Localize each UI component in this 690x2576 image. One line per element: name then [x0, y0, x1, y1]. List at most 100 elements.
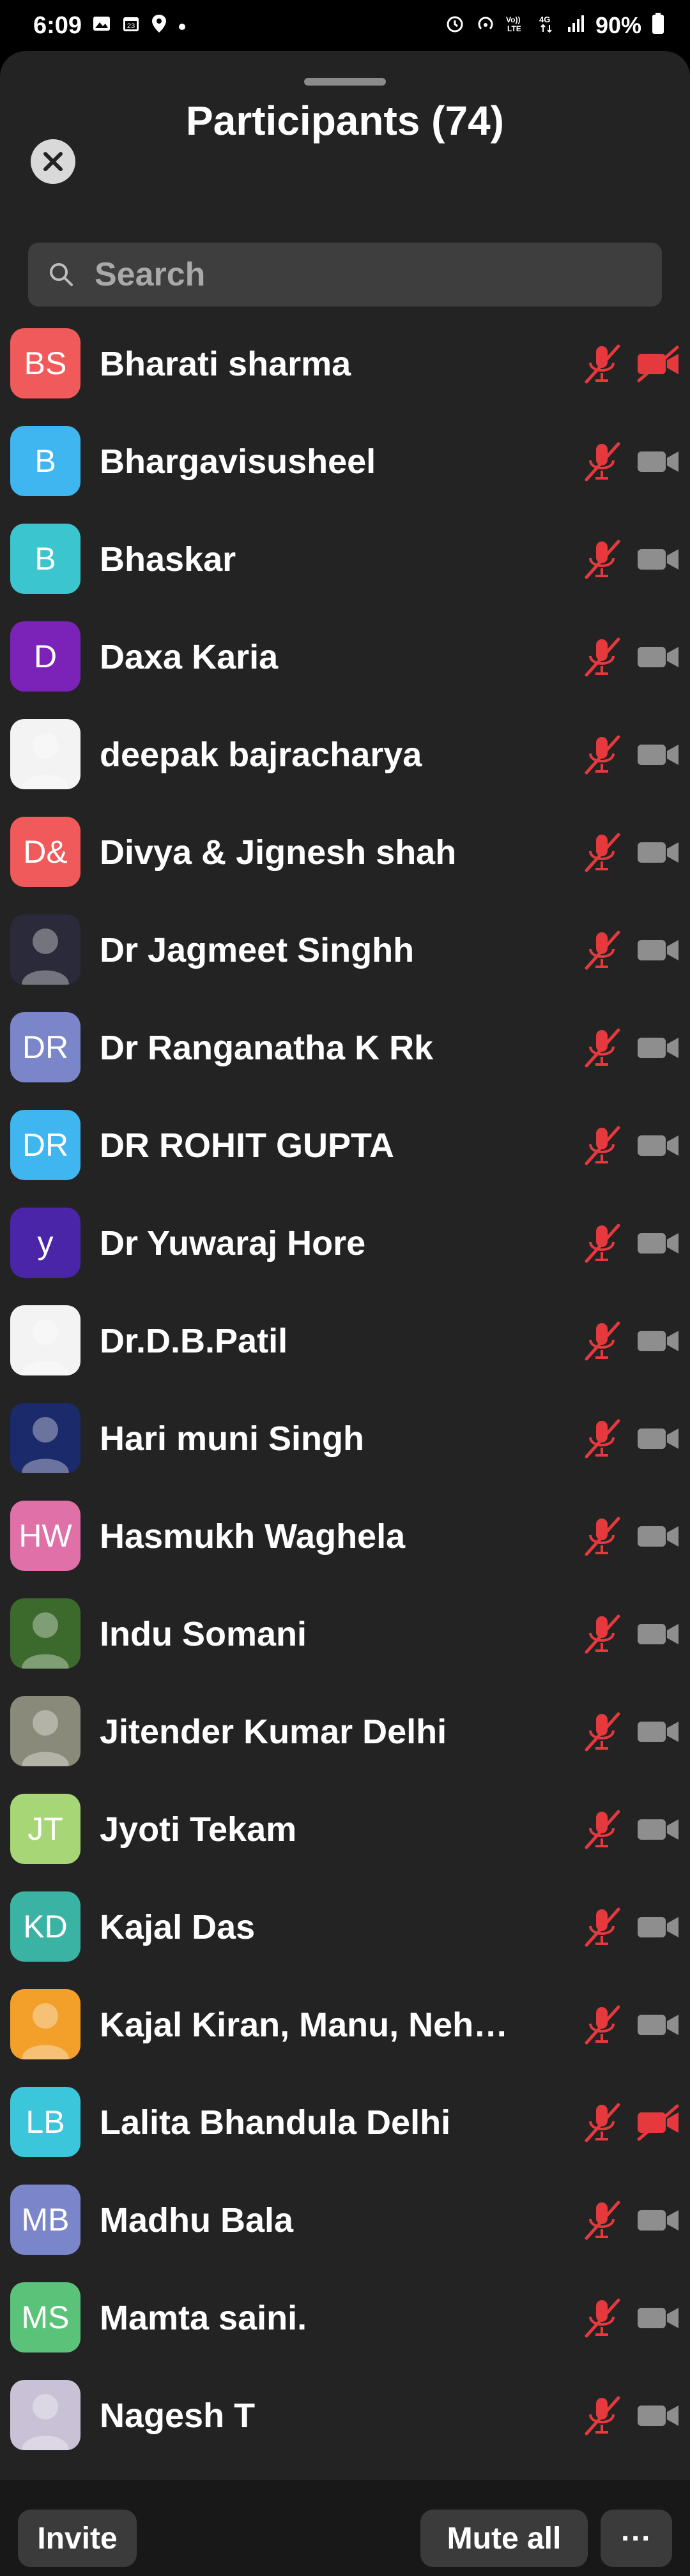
mic-muted-icon[interactable] [579, 2393, 625, 2439]
mic-muted-icon[interactable] [579, 2100, 625, 2146]
avatar [10, 914, 80, 985]
participant-name: Daxa Karia [100, 638, 279, 676]
mic-muted-icon[interactable] [579, 1416, 625, 1462]
participant-row[interactable]: HW Hasmukh Waghela [0, 1488, 690, 1586]
video-icon[interactable] [636, 1322, 681, 1360]
participant-row[interactable]: DR DR ROHIT GUPTA [0, 1097, 690, 1195]
avatar [10, 719, 80, 789]
invite-button[interactable]: Invite [18, 2510, 137, 2567]
participant-row[interactable]: Hari muni Singh [0, 1390, 690, 1488]
participant-row[interactable]: KD Kajal Das [0, 1879, 690, 1976]
mic-muted-icon[interactable] [579, 1025, 625, 1071]
hotspot-icon [475, 13, 496, 38]
participant-row[interactable]: DR Dr Ranganatha K Rk [0, 999, 690, 1097]
participant-row[interactable]: MB Madhu Bala [0, 2172, 690, 2269]
video-icon[interactable] [636, 1615, 681, 1653]
more-options-button[interactable]: ··· [601, 2510, 672, 2567]
mic-muted-icon[interactable] [579, 536, 625, 582]
mic-muted-icon[interactable] [579, 1611, 625, 1657]
status-bar: 6:09 23 Vo)) LTE 4G 90% [0, 0, 690, 51]
mic-muted-icon[interactable] [579, 634, 625, 680]
participant-row[interactable]: Dr Jagmeet Singhh [0, 902, 690, 999]
video-icon[interactable] [636, 2006, 681, 2044]
mute-all-button[interactable]: Mute all [420, 2510, 588, 2567]
participant-row[interactable]: Nagesh T [0, 2367, 690, 2465]
participant-row[interactable]: Dr.D.B.Patil [0, 1292, 690, 1390]
participant-name: Bhaskar [100, 540, 236, 579]
sheet-grabber[interactable] [304, 78, 386, 86]
avatar: D [10, 621, 80, 692]
video-icon[interactable] [636, 2201, 681, 2239]
mic-muted-icon[interactable] [579, 1513, 625, 1559]
avatar: KD [10, 1891, 80, 1962]
participant-name: Dr Yuwaraj Hore [100, 1224, 366, 1262]
participant-row[interactable]: D Daxa Karia [0, 609, 690, 706]
video-icon[interactable] [636, 2397, 681, 2435]
video-icon[interactable] [636, 540, 681, 579]
svg-text:LTE: LTE [507, 24, 521, 33]
participant-name: Kajal Kiran, Manu, Neha… [100, 2006, 515, 2044]
participant-name: Hasmukh Waghela [100, 1517, 406, 1556]
avatar: DR [10, 1110, 80, 1180]
participant-name: Indu Somani [100, 1615, 307, 1653]
avatar [10, 1598, 80, 1669]
participant-row[interactable]: y Dr Yuwaraj Hore [0, 1195, 690, 1292]
mic-muted-icon[interactable] [579, 830, 625, 875]
mic-muted-icon[interactable] [579, 927, 625, 973]
video-icon[interactable] [636, 1517, 681, 1556]
search-input[interactable] [95, 255, 606, 294]
mic-muted-icon[interactable] [579, 1123, 625, 1169]
mic-muted-icon[interactable] [579, 341, 625, 387]
participant-row[interactable]: Indu Somani [0, 1586, 690, 1683]
video-icon[interactable] [636, 1126, 681, 1165]
video-icon[interactable] [636, 1908, 681, 1946]
search-bar[interactable] [28, 243, 662, 307]
mic-muted-icon[interactable] [579, 1807, 625, 1852]
video-icon[interactable] [636, 1810, 681, 1849]
mic-muted-icon[interactable] [579, 439, 625, 485]
participant-row[interactable]: LB Lalita Bhandula Delhi [0, 2074, 690, 2172]
avatar [10, 1403, 80, 1473]
calendar-icon: 23 [121, 14, 141, 37]
mic-muted-icon[interactable] [579, 2002, 625, 2048]
participant-row[interactable]: D& Divya & Jignesh shah [0, 804, 690, 902]
mic-muted-icon[interactable] [579, 2197, 625, 2243]
mic-muted-icon[interactable] [579, 1220, 625, 1266]
status-bar-left: 6:09 23 [33, 12, 187, 40]
participant-row[interactable]: B Bhargavisusheel [0, 413, 690, 511]
video-icon[interactable] [636, 931, 681, 969]
participant-name: Jitender Kumar Delhi [100, 1713, 447, 1751]
mic-muted-icon[interactable] [579, 732, 625, 778]
participant-row[interactable]: Kajal Kiran, Manu, Neha… [0, 1976, 690, 2074]
video-icon[interactable] [636, 1420, 681, 1458]
participant-row[interactable]: deepak bajracharya [0, 706, 690, 804]
svg-text:Vo)): Vo)) [506, 15, 520, 24]
mic-muted-icon[interactable] [579, 1318, 625, 1364]
mic-muted-icon[interactable] [579, 2295, 625, 2341]
mic-muted-icon[interactable] [579, 1709, 625, 1755]
avatar: MS [10, 2282, 80, 2352]
video-icon[interactable] [636, 833, 681, 872]
video-icon[interactable] [636, 1224, 681, 1262]
participant-row[interactable]: Jitender Kumar Delhi [0, 1683, 690, 1781]
participant-row[interactable]: B Bhaskar [0, 511, 690, 609]
participant-row[interactable]: JT Jyoti Tekam [0, 1781, 690, 1879]
status-time: 6:09 [33, 11, 82, 39]
video-icon[interactable] [636, 638, 681, 676]
video-off-icon[interactable] [636, 345, 681, 383]
video-icon[interactable] [636, 1029, 681, 1067]
participant-name: Dr Jagmeet Singhh [100, 931, 415, 969]
video-icon[interactable] [636, 736, 681, 774]
video-icon[interactable] [636, 2299, 681, 2337]
participant-row[interactable]: MS Mamta saini. [0, 2269, 690, 2367]
participant-name: Mamta saini. [100, 2299, 307, 2337]
video-off-icon[interactable] [636, 2103, 681, 2142]
video-icon[interactable] [636, 1713, 681, 1751]
participant-name: DR ROHIT GUPTA [100, 1126, 394, 1165]
participant-row[interactable]: BS Bharati sharma [0, 315, 690, 413]
video-icon[interactable] [636, 443, 681, 481]
mic-muted-icon[interactable] [579, 1904, 625, 1950]
participant-name: Bhargavisusheel [100, 443, 376, 481]
close-button[interactable] [31, 139, 75, 184]
volte-icon: Vo)) LTE [506, 14, 528, 37]
